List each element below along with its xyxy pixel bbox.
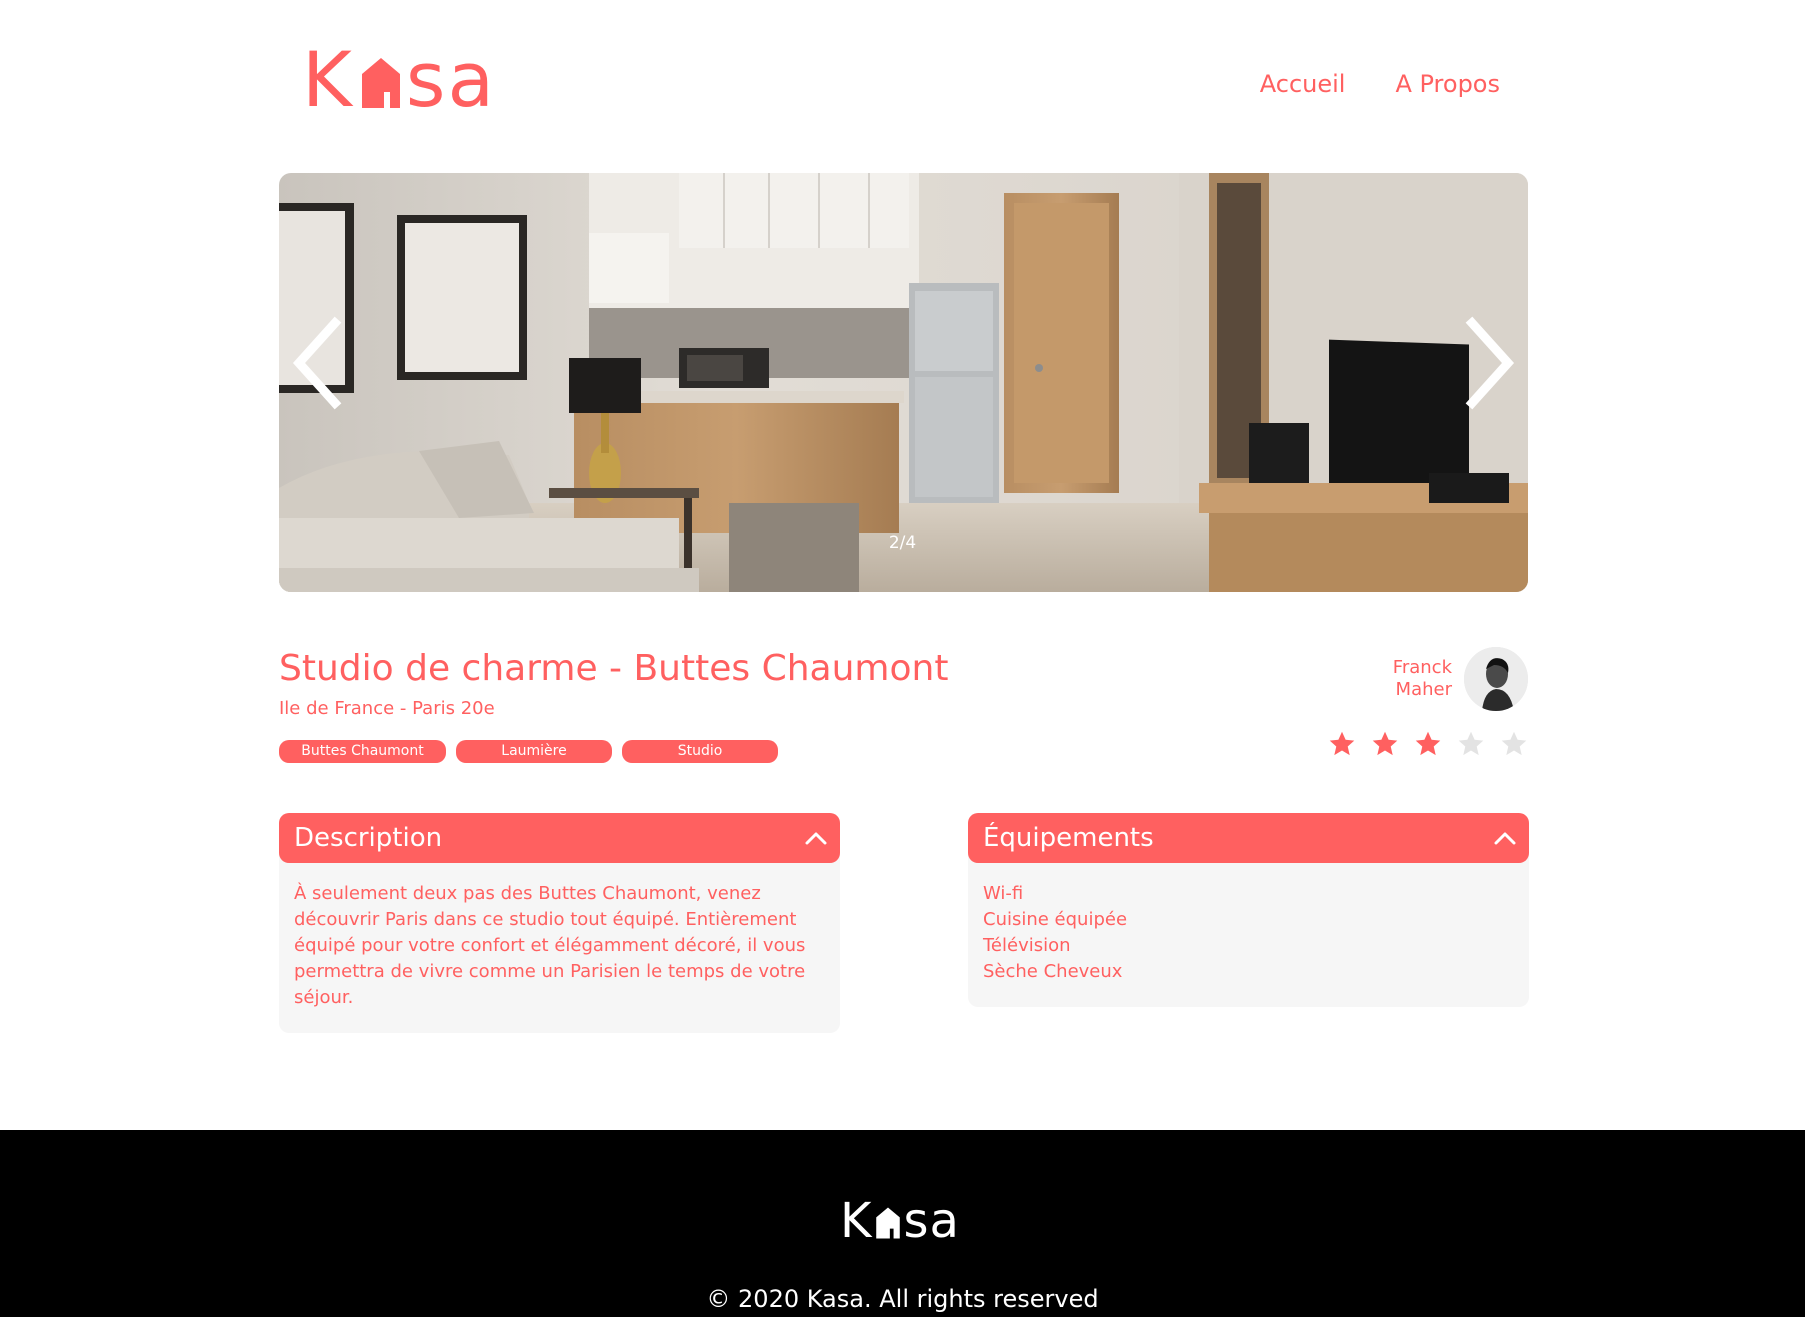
description-collapse: Description À seulement deux pas des But… [279,813,840,1033]
footer-logo: K sa [840,1193,960,1249]
house-icon [876,1207,901,1239]
host-last-name: Maher [1395,679,1452,700]
logo-letters-sa: sa [405,35,497,124]
equipments-collapse: Équipements Wi-fi Cuisine équipée Télévi… [968,813,1529,1007]
gallery-counter: 2/4 [888,533,917,553]
star-icon [1329,731,1355,756]
rating-stars [1328,730,1528,758]
equipments-body: Wi-fi Cuisine équipée Télévision Sèche C… [968,853,1529,1007]
nav-link-accueil[interactable]: Accueil [1260,70,1346,98]
previous-arrow-icon[interactable] [287,313,347,413]
description-collapse-header[interactable]: Description [279,813,840,863]
kasa-logo[interactable]: K sa [302,35,497,124]
star-icon [1415,731,1441,756]
description-title: Description [294,823,443,853]
tag: Laumière [456,740,612,763]
house-icon [361,58,400,108]
equipments-collapse-header[interactable]: Équipements [968,813,1529,863]
list-item: Télévision [983,935,1071,956]
next-arrow-icon[interactable] [1460,313,1520,413]
chevron-up-icon[interactable] [804,830,828,846]
host-name: Franck Maher [1393,657,1452,701]
description-text: À seulement deux pas des Buttes Chaumont… [294,883,806,1008]
star-icon [1372,731,1398,756]
tag: Studio [622,740,778,763]
tag: Buttes Chaumont [279,740,446,763]
host-info: Franck Maher [1380,646,1528,712]
equipments-list: Wi-fi Cuisine équipée Télévision Sèche C… [983,881,1514,985]
host-first-name: Franck [1392,657,1452,678]
description-body: À seulement deux pas des Buttes Chaumont… [279,853,840,1033]
footer-logo-letters-sa: sa [903,1193,960,1249]
copyright-text: © 2020 Kasa. All rights reserved [706,1285,1099,1313]
main-nav: Accueil A Propos [1260,70,1500,98]
nav-link-a-propos[interactable]: A Propos [1395,70,1500,98]
listing-location: Ile de France - Paris 20e [279,698,495,719]
host-portrait [1464,647,1528,711]
list-item: Wi-fi [983,883,1024,904]
footer: K sa © 2020 Kasa. All rights reserved [0,1130,1805,1317]
logo-letter-k: K [302,35,354,124]
star-icon [1458,731,1484,756]
listing-title: Studio de charme - Buttes Chaumont [279,648,949,689]
star-icon [1501,731,1527,756]
list-item: Cuisine équipée [983,909,1128,930]
equipments-title: Équipements [983,823,1154,853]
apartment-photo [279,173,1528,592]
photo-gallery [279,173,1528,592]
footer-logo-letter-k: K [840,1193,873,1249]
list-item: Sèche Cheveux [983,961,1123,982]
tag-list: Buttes Chaumont Laumière Studio [279,740,778,763]
avatar [1464,647,1528,711]
chevron-up-icon[interactable] [1493,830,1517,846]
